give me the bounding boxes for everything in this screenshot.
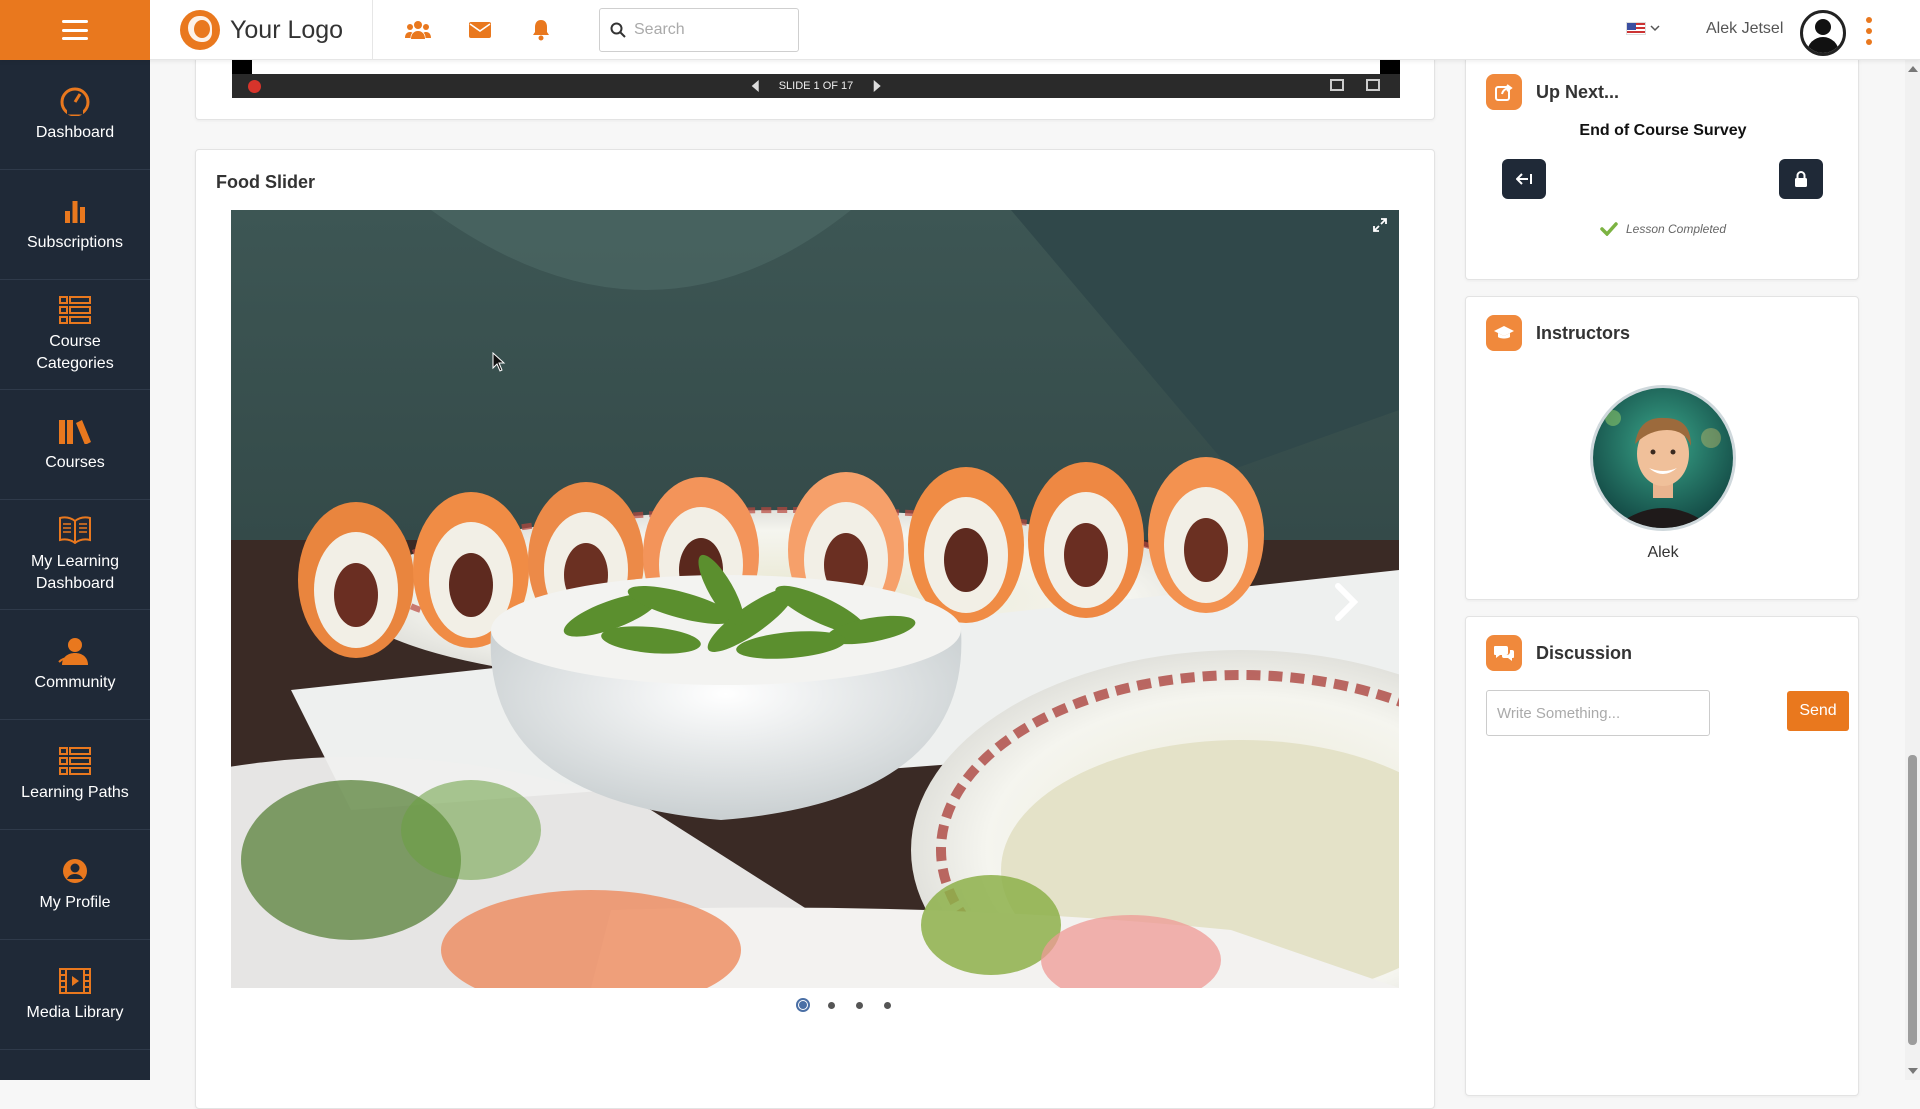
sidebar-item-label: Learning Paths bbox=[21, 783, 129, 801]
language-selector[interactable] bbox=[1626, 22, 1660, 35]
graduation-cap-icon bbox=[1486, 315, 1522, 351]
card-title: Discussion bbox=[1536, 642, 1633, 663]
up-next-item-title[interactable]: End of Course Survey bbox=[1466, 122, 1860, 140]
bell-icon[interactable] bbox=[527, 16, 555, 44]
community-icon bbox=[58, 636, 92, 666]
chat-icon bbox=[1486, 635, 1522, 671]
send-button[interactable]: Send bbox=[1787, 691, 1849, 731]
topbar-divider bbox=[372, 0, 373, 60]
instructor-name[interactable]: Alek bbox=[1466, 544, 1860, 562]
top-bar: Your Logo Alek Jetsel bbox=[0, 0, 1920, 60]
logo-icon bbox=[180, 10, 220, 50]
user-name[interactable]: Alek Jetsel bbox=[1706, 20, 1783, 38]
avatar[interactable] bbox=[1800, 10, 1846, 56]
presentation-viewer bbox=[232, 60, 1400, 74]
check-icon bbox=[1600, 222, 1618, 236]
slider-dot[interactable] bbox=[880, 998, 894, 1012]
discussion-card: Discussion Send bbox=[1465, 616, 1859, 1096]
sidebar: Dashboard Subscriptions Course Categorie… bbox=[0, 60, 150, 1080]
sidebar-item-label: Media Library bbox=[26, 1003, 124, 1021]
film-icon bbox=[59, 966, 91, 996]
us-flag-icon bbox=[1626, 22, 1646, 35]
fullscreen-icon[interactable] bbox=[1366, 79, 1380, 91]
sidebar-item-label: Community bbox=[34, 673, 116, 691]
next-slide-icon[interactable] bbox=[873, 80, 881, 92]
lesson-status-text: Lesson Completed bbox=[1625, 222, 1727, 236]
discussion-input[interactable] bbox=[1486, 690, 1710, 736]
sidebar-item-learning-paths[interactable]: Learning Paths bbox=[0, 720, 150, 830]
sidebar-item-label: Course Categories bbox=[36, 332, 114, 372]
user-circle-icon bbox=[62, 856, 88, 886]
page-scrollbar[interactable] bbox=[1905, 60, 1920, 1080]
scroll-down-icon[interactable] bbox=[1908, 1068, 1918, 1074]
back-arrow-icon bbox=[1516, 173, 1532, 185]
sidebar-item-label: Subscriptions bbox=[26, 233, 124, 251]
sushi-photo bbox=[231, 210, 1399, 988]
sidebar-item-my-learning-dashboard[interactable]: My Learning Dashboard bbox=[0, 500, 150, 610]
sidebar-item-my-profile[interactable]: My Profile bbox=[0, 830, 150, 940]
slider-image[interactable] bbox=[231, 210, 1399, 988]
sidebar-item-community[interactable]: Community bbox=[0, 610, 150, 720]
logo[interactable]: Your Logo bbox=[180, 10, 343, 50]
search-box bbox=[599, 8, 799, 52]
list-icon bbox=[59, 746, 91, 776]
notes-icon[interactable] bbox=[1330, 79, 1344, 91]
previous-lesson-button[interactable] bbox=[1502, 159, 1546, 199]
sidebar-item-courses[interactable]: Courses bbox=[0, 390, 150, 500]
presentation-toolbar: SLIDE 1 OF 17 bbox=[232, 74, 1400, 98]
sidebar-item-media-library[interactable]: Media Library bbox=[0, 940, 150, 1050]
card-title: Food Slider bbox=[216, 172, 315, 192]
open-book-icon bbox=[58, 515, 92, 545]
up-next-card: Up Next... End of Course Survey Lesson C… bbox=[1465, 50, 1859, 280]
logo-text: Your Logo bbox=[230, 15, 344, 44]
sidebar-item-subscriptions[interactable]: Subscriptions bbox=[0, 170, 150, 280]
sidebar-item-label: My Profile bbox=[39, 893, 111, 911]
sidebar-item-label: Dashboard bbox=[35, 123, 115, 141]
expand-icon[interactable] bbox=[1373, 218, 1387, 232]
card-title: Up Next... bbox=[1536, 81, 1620, 102]
envelope-icon[interactable] bbox=[466, 16, 494, 44]
search-input[interactable] bbox=[634, 21, 784, 39]
chevron-down-icon bbox=[1650, 25, 1660, 32]
bar-chart-icon bbox=[63, 196, 87, 226]
locked-next-button[interactable] bbox=[1779, 159, 1823, 199]
food-slider-card: Food Slider bbox=[195, 149, 1435, 1109]
menu-toggle-button[interactable] bbox=[0, 0, 150, 60]
users-icon[interactable] bbox=[404, 16, 432, 44]
share-icon bbox=[1486, 74, 1522, 110]
slider-pagination bbox=[196, 998, 1436, 1012]
slider-dot[interactable] bbox=[824, 998, 838, 1012]
slide-counter: SLIDE 1 OF 17 bbox=[778, 80, 854, 92]
more-options-icon[interactable] bbox=[1864, 17, 1874, 45]
scroll-up-icon[interactable] bbox=[1908, 66, 1918, 72]
speedometer-icon bbox=[59, 86, 91, 116]
slider-dot[interactable] bbox=[852, 998, 866, 1012]
previous-slide-icon[interactable] bbox=[751, 80, 759, 92]
instructor-avatar[interactable] bbox=[1590, 385, 1736, 531]
sidebar-item-label: Courses bbox=[45, 453, 105, 471]
list-icon bbox=[59, 295, 91, 325]
scroll-thumb[interactable] bbox=[1908, 755, 1917, 1045]
mouse-cursor-icon bbox=[492, 351, 506, 377]
hamburger-icon bbox=[62, 20, 88, 40]
lesson-status: Lesson Completed bbox=[1466, 222, 1860, 236]
next-slide-arrow-icon[interactable] bbox=[1333, 582, 1359, 622]
sidebar-item-label: My Learning Dashboard bbox=[30, 552, 120, 592]
slider-dot[interactable] bbox=[796, 998, 810, 1012]
lock-icon bbox=[1795, 171, 1807, 187]
powerpoint-icon bbox=[248, 80, 261, 93]
search-icon bbox=[610, 22, 626, 38]
instructors-card: Instructors Alek bbox=[1465, 296, 1859, 600]
books-icon bbox=[58, 416, 92, 446]
sidebar-item-course-categories[interactable]: Course Categories bbox=[0, 280, 150, 390]
sidebar-item-dashboard[interactable]: Dashboard bbox=[0, 60, 150, 170]
card-title: Instructors bbox=[1536, 322, 1631, 343]
